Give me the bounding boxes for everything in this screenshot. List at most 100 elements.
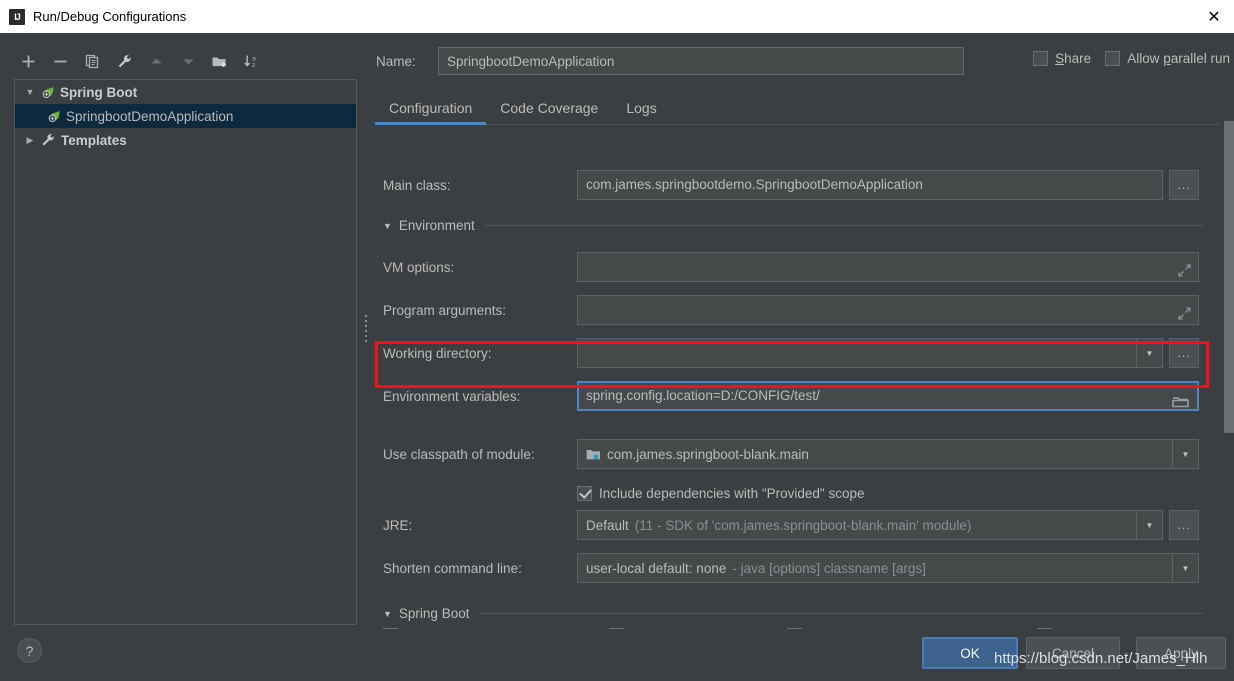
chevron-down-icon[interactable]: ▼ — [1172, 440, 1198, 468]
share-checkbox[interactable]: Share — [1033, 51, 1091, 66]
expand-icon[interactable] — [1177, 260, 1192, 277]
move-up-button[interactable] — [142, 47, 170, 75]
spring-boot-icon — [45, 108, 62, 125]
shorten-command-line-value-primary: user-local default: none — [586, 560, 727, 576]
main-class-label: Main class: — [383, 177, 451, 193]
chevron-down-icon[interactable]: ▼ — [1172, 554, 1198, 582]
folder-icon[interactable] — [1172, 391, 1189, 408]
name-row: Name: — [376, 47, 964, 75]
vm-options-input[interactable] — [577, 252, 1199, 282]
jre-browse-button[interactable]: ... — [1169, 510, 1199, 540]
tree-item-springbootdemoapplication[interactable]: SpringbootDemoApplication — [15, 104, 356, 128]
environment-variables-value: spring.config.location=D:/CONFIG/test/ — [586, 388, 820, 403]
sort-configurations-button[interactable]: a z — [238, 47, 266, 75]
shorten-command-line-value-secondary: - java [options] classname [args] — [732, 560, 926, 576]
program-arguments-label-wrap: Program arguments: — [383, 295, 506, 325]
configurations-toolbar: a z — [14, 45, 314, 77]
configuration-form: Main class: com.james.springbootdemo.Spr… — [371, 130, 1214, 629]
tab-configuration[interactable]: Configuration — [375, 100, 487, 125]
tree-item-label: Spring Boot — [60, 84, 138, 100]
checkbox-box[interactable] — [577, 485, 592, 501]
move-down-button[interactable] — [174, 47, 202, 75]
jre-label: JRE: — [383, 517, 413, 533]
name-label: Name: — [376, 53, 416, 69]
vm-options-label-wrap: VM options: — [383, 252, 454, 282]
remove-configuration-button[interactable] — [46, 47, 74, 75]
name-input[interactable] — [438, 47, 964, 75]
close-icon[interactable]: ✕ — [1204, 7, 1224, 27]
classpath-module-value-wrap: com.james.springboot-blank.main — [578, 447, 1172, 462]
include-provided-checkbox[interactable]: Include dependencies with "Provided" sco… — [577, 485, 865, 501]
chevron-down-icon[interactable]: ▼ — [383, 609, 392, 619]
working-directory-combo[interactable]: ▼ — [577, 338, 1163, 368]
environment-variables-label: Environment variables: — [383, 388, 521, 404]
edit-templates-button[interactable] — [110, 47, 138, 75]
spring-boot-icon — [39, 84, 56, 101]
jre-combo[interactable]: Default (11 - SDK of 'com.james.springbo… — [577, 510, 1163, 540]
jre-value-wrap: Default (11 - SDK of 'com.james.springbo… — [578, 518, 1136, 533]
working-directory-label-wrap: Working directory: — [383, 338, 492, 368]
environment-variables-label-wrap: Environment variables: — [383, 381, 520, 411]
shorten-command-line-label-wrap: Shorten command line: — [383, 553, 522, 583]
environment-section-label: Environment — [398, 218, 475, 233]
watermark-text: https://blog.csdn.net/James_Hlh — [994, 650, 1208, 667]
environment-section-header[interactable]: ▼ Environment — [383, 218, 1203, 233]
main-class-input[interactable]: com.james.springbootdemo.SpringbootDemoA… — [577, 170, 1163, 200]
svg-text:z: z — [252, 61, 256, 69]
splitter-handle-icon — [365, 315, 369, 345]
help-button[interactable]: ? — [17, 638, 42, 663]
spring-boot-section-label: Spring Boot — [398, 606, 470, 621]
jre-value-primary: Default — [586, 517, 629, 533]
chevron-down-icon[interactable]: ▼ — [1136, 511, 1162, 539]
configurations-tree[interactable]: ▼ Spring Boot SpringbootDemoApplication … — [14, 79, 357, 625]
main-class-row: com.james.springbootdemo.SpringbootDemoA… — [577, 170, 1199, 200]
chevron-down-icon[interactable]: ▼ — [1136, 339, 1162, 367]
allow-parallel-run-checkbox[interactable]: Allow parallel run — [1105, 51, 1230, 66]
section-divider — [484, 225, 1203, 226]
program-arguments-label: Program arguments: — [383, 302, 507, 318]
create-folder-button[interactable] — [206, 47, 234, 75]
wrench-icon — [39, 132, 56, 149]
use-classpath-of-module-value: com.james.springboot-blank.main — [607, 446, 809, 462]
tab-logs[interactable]: Logs — [612, 100, 670, 124]
working-directory-row: ▼ ... — [577, 338, 1199, 368]
chevron-right-icon[interactable]: ▶ — [21, 128, 39, 152]
environment-variables-input[interactable]: spring.config.location=D:/CONFIG/test/ — [577, 381, 1199, 411]
program-arguments-input[interactable] — [577, 295, 1199, 325]
shorten-command-line-label: Shorten command line: — [383, 560, 522, 576]
working-directory-label: Working directory: — [383, 345, 492, 361]
vm-options-row — [577, 252, 1199, 282]
shorten-command-line-value-wrap: user-local default: none - java [options… — [578, 561, 1172, 576]
run-options-group: Share Allow parallel run — [1033, 51, 1230, 66]
add-configuration-button[interactable] — [14, 47, 42, 75]
jre-row: Default (11 - SDK of 'com.james.springbo… — [577, 510, 1199, 540]
configurations-left-panel: a z ▼ Spring Boot SpringbootDemoApplicat… — [0, 33, 363, 629]
shorten-command-line-combo[interactable]: user-local default: none - java [options… — [577, 553, 1199, 583]
spring-boot-section-header[interactable]: ▼ Spring Boot — [383, 606, 1203, 621]
window-title: Run/Debug Configurations — [33, 9, 187, 24]
checkbox-box[interactable] — [1105, 51, 1121, 66]
tab-code-coverage[interactable]: Code Coverage — [486, 100, 612, 124]
tree-item-spring-boot[interactable]: ▼ Spring Boot — [15, 80, 356, 104]
copy-configuration-button[interactable] — [78, 47, 106, 75]
scrollbar-thumb[interactable] — [1224, 121, 1234, 433]
jre-value-secondary: (11 - SDK of 'com.james.springboot-blank… — [634, 517, 972, 533]
environment-variables-row: spring.config.location=D:/CONFIG/test/ — [577, 381, 1199, 411]
configuration-scrollbar[interactable] — [1223, 121, 1234, 621]
include-provided-row: Include dependencies with "Provided" sco… — [577, 478, 865, 508]
tree-item-label: SpringbootDemoApplication — [66, 108, 234, 124]
expand-icon[interactable] — [1177, 303, 1192, 320]
use-classpath-of-module-combo[interactable]: com.james.springboot-blank.main ▼ — [577, 439, 1199, 469]
checkbox-box[interactable] — [1033, 51, 1049, 66]
main-class-browse-button[interactable]: ... — [1169, 170, 1199, 200]
vm-options-label: VM options: — [383, 259, 455, 275]
tree-item-label: Templates — [61, 132, 127, 148]
classpath-module-row: com.james.springboot-blank.main ▼ — [577, 439, 1199, 469]
tree-item-templates[interactable]: ▶ Templates — [15, 128, 356, 152]
configuration-right-panel: Name: Share Allow parallel run Configura… — [371, 33, 1234, 629]
shorten-command-line-row: user-local default: none - java [options… — [577, 553, 1199, 583]
working-directory-browse-button[interactable]: ... — [1169, 338, 1199, 368]
chevron-down-icon[interactable]: ▼ — [383, 221, 392, 231]
chevron-down-icon[interactable]: ▼ — [21, 80, 39, 104]
